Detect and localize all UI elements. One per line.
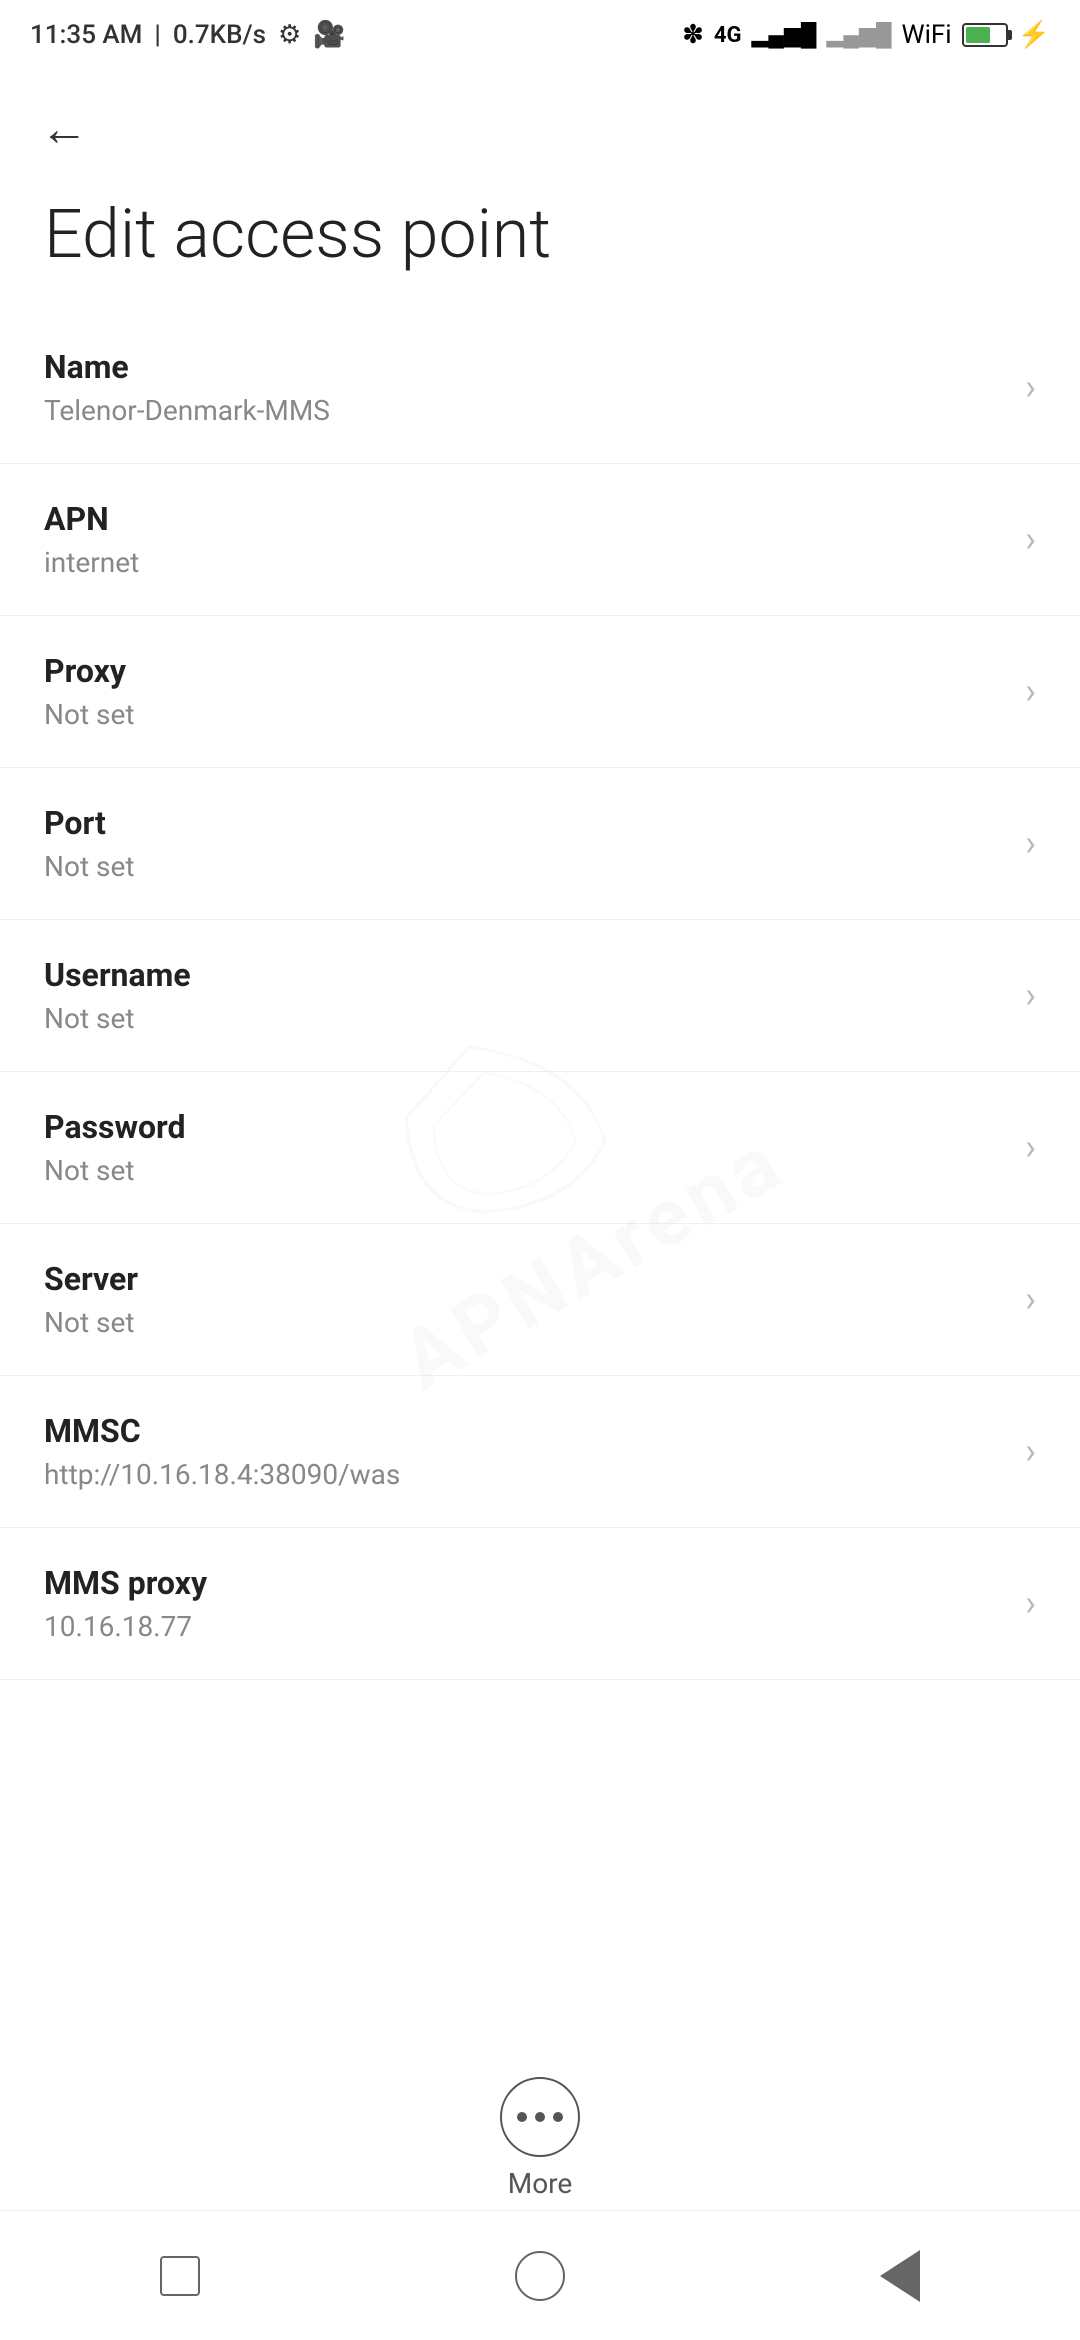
settings-label-mmsc: MMSC	[44, 1412, 1005, 1450]
settings-label-password: Password	[44, 1108, 1005, 1146]
status-bar: 11:35 AM | 0.7KB/s ⚙ 🎥 ✽ 4G ▂▄▆█ ▂▄▆█ Wi…	[0, 0, 1080, 70]
settings-label-proxy: Proxy	[44, 652, 1005, 690]
nav-circle-icon	[515, 2251, 565, 2301]
more-dots-icon	[517, 2112, 563, 2122]
settings-label-username: Username	[44, 956, 1005, 994]
dot-2	[535, 2112, 545, 2122]
settings-item-mmsc[interactable]: MMSC http://10.16.18.4:38090/was ›	[0, 1376, 1080, 1528]
settings-value-password: Not set	[44, 1154, 1005, 1187]
settings-label-name: Name	[44, 348, 1005, 386]
chevron-icon-mms-proxy: ›	[1025, 1582, 1036, 1624]
settings-item-username-content: Username Not set	[44, 956, 1005, 1035]
settings-item-apn-content: APN internet	[44, 500, 1005, 579]
settings-item-username[interactable]: Username Not set ›	[0, 920, 1080, 1072]
settings-value-server: Not set	[44, 1306, 1005, 1339]
battery-fill	[966, 27, 991, 43]
chevron-icon-port: ›	[1025, 822, 1036, 864]
nav-back-icon	[880, 2250, 920, 2302]
settings-list: Name Telenor-Denmark-MMS › APN internet …	[0, 312, 1080, 1680]
settings-value-name: Telenor-Denmark-MMS	[44, 394, 1005, 427]
settings-value-mmsc: http://10.16.18.4:38090/was	[44, 1458, 1005, 1491]
page-title: Edit access point	[0, 177, 1080, 312]
settings-item-port-content: Port Not set	[44, 804, 1005, 883]
settings-item-mmsc-content: MMSC http://10.16.18.4:38090/was	[44, 1412, 1005, 1491]
nav-square-icon	[160, 2256, 200, 2296]
more-circle-icon	[500, 2077, 580, 2157]
more-section: More	[0, 2077, 1080, 2200]
settings-value-apn: internet	[44, 546, 1005, 579]
more-label: More	[508, 2167, 573, 2200]
settings-value-mms-proxy: 10.16.18.77	[44, 1610, 1005, 1643]
settings-icon: ⚙	[278, 20, 301, 50]
settings-item-mms-proxy-content: MMS proxy 10.16.18.77	[44, 1564, 1005, 1643]
dot-3	[553, 2112, 563, 2122]
chevron-icon-username: ›	[1025, 974, 1036, 1016]
settings-item-apn[interactable]: APN internet ›	[0, 464, 1080, 616]
chevron-icon-password: ›	[1025, 1126, 1036, 1168]
settings-label-port: Port	[44, 804, 1005, 842]
back-button[interactable]: ←	[0, 70, 1080, 177]
separator: |	[154, 20, 160, 50]
settings-value-username: Not set	[44, 1002, 1005, 1035]
settings-item-name-content: Name Telenor-Denmark-MMS	[44, 348, 1005, 427]
nav-home-button[interactable]	[500, 2236, 580, 2316]
chevron-icon-server: ›	[1025, 1278, 1036, 1320]
settings-item-name[interactable]: Name Telenor-Denmark-MMS ›	[0, 312, 1080, 464]
chevron-icon-name: ›	[1025, 366, 1036, 408]
wifi-icon: WiFi	[902, 20, 952, 50]
status-left: 11:35 AM | 0.7KB/s ⚙ 🎥	[30, 20, 346, 50]
more-button[interactable]: More	[500, 2077, 580, 2200]
nav-bar	[0, 2210, 1080, 2340]
signal-bars-icon: ▂▄▆█	[752, 22, 817, 48]
settings-item-proxy-content: Proxy Not set	[44, 652, 1005, 731]
chevron-icon-apn: ›	[1025, 518, 1036, 560]
bluetooth-icon: ✽	[682, 20, 704, 50]
nav-back-button[interactable]	[860, 2236, 940, 2316]
settings-item-proxy[interactable]: Proxy Not set ›	[0, 616, 1080, 768]
settings-label-server: Server	[44, 1260, 1005, 1298]
settings-item-mms-proxy[interactable]: MMS proxy 10.16.18.77 ›	[0, 1528, 1080, 1680]
battery-icon	[962, 23, 1008, 47]
chevron-icon-proxy: ›	[1025, 670, 1036, 712]
dot-1	[517, 2112, 527, 2122]
time-display: 11:35 AM	[30, 20, 142, 50]
camera-icon: 🎥	[313, 20, 345, 50]
settings-label-mms-proxy: MMS proxy	[44, 1564, 1005, 1602]
settings-item-server-content: Server Not set	[44, 1260, 1005, 1339]
signal-bars2-icon: ▂▄▆█	[827, 22, 892, 48]
chevron-icon-mmsc: ›	[1025, 1430, 1036, 1472]
signal-4g-icon: 4G	[714, 23, 742, 48]
speed-display: 0.7KB/s	[173, 20, 266, 50]
status-right: ✽ 4G ▂▄▆█ ▂▄▆█ WiFi ⚡	[682, 20, 1050, 50]
settings-value-proxy: Not set	[44, 698, 1005, 731]
settings-label-apn: APN	[44, 500, 1005, 538]
settings-value-port: Not set	[44, 850, 1005, 883]
nav-recent-apps-button[interactable]	[140, 2236, 220, 2316]
settings-item-password[interactable]: Password Not set ›	[0, 1072, 1080, 1224]
charging-icon: ⚡	[1018, 20, 1050, 50]
settings-item-password-content: Password Not set	[44, 1108, 1005, 1187]
settings-item-port[interactable]: Port Not set ›	[0, 768, 1080, 920]
back-arrow-icon[interactable]: ←	[40, 100, 88, 157]
settings-item-server[interactable]: Server Not set ›	[0, 1224, 1080, 1376]
